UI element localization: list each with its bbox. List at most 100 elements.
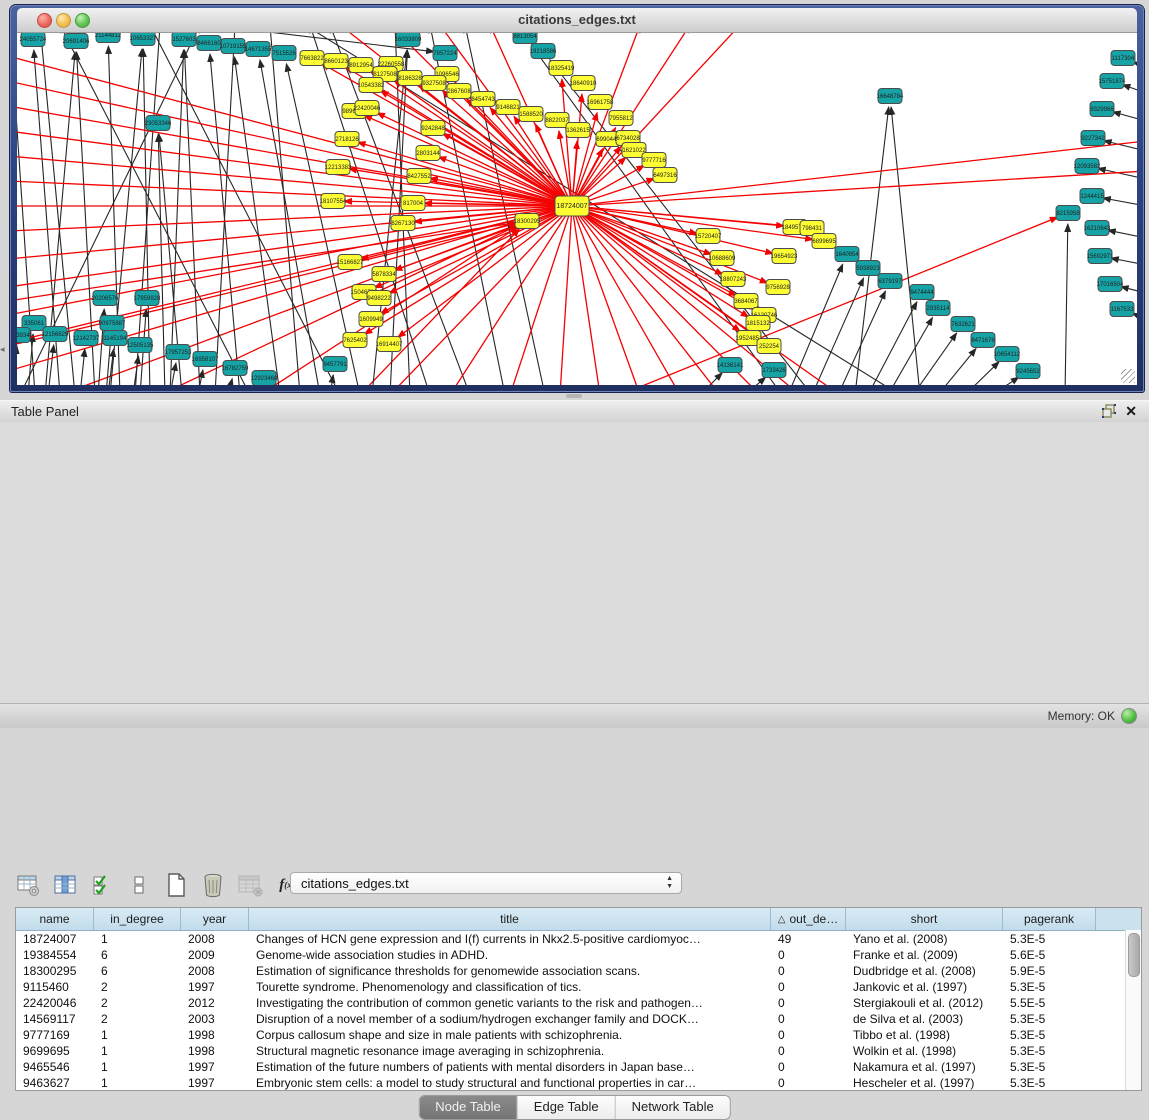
graph-node[interactable]: 6899695 — [812, 234, 836, 249]
graph-node[interactable]: 7663822 — [300, 51, 324, 66]
delete-columns-icon[interactable] — [200, 872, 226, 898]
graph-node[interactable]: 9242848 — [421, 121, 445, 136]
graph-node[interactable]: 10688609 — [709, 251, 736, 266]
column-header-title[interactable]: title — [249, 908, 771, 930]
graph-node[interactable]: 1145194 — [103, 331, 127, 346]
graph-node[interactable]: 20206576 — [92, 291, 119, 306]
show-columns-icon[interactable] — [52, 872, 78, 898]
graph-node[interactable]: 10543382 — [358, 78, 385, 93]
graph-node[interactable]: 8466160 — [197, 36, 221, 51]
column-header-pagerank[interactable]: pagerank — [1003, 908, 1096, 930]
graph-node[interactable]: 19654923 — [771, 249, 798, 264]
graph-node[interactable]: 90975887 — [99, 316, 126, 331]
graph-node[interactable]: 12093582 — [1074, 159, 1101, 174]
graph-edge[interactable] — [572, 206, 680, 385]
graph-edge[interactable] — [17, 131, 572, 206]
column-header-year[interactable]: year — [181, 908, 249, 930]
graph-node[interactable]: 1733426 — [762, 363, 786, 378]
graph-edge[interactable] — [377, 113, 572, 206]
graph-node[interactable]: 12213383 — [325, 160, 352, 175]
graph-node[interactable]: 8454743 — [471, 92, 495, 107]
graph-node[interactable]: 9227342 — [1081, 131, 1105, 146]
graph-node[interactable]: 6379197 — [878, 274, 902, 289]
graph-edge[interactable] — [184, 50, 200, 385]
graph-node[interactable]: 16961758 — [587, 95, 614, 110]
graph-node[interactable]: 18325419 — [548, 61, 575, 76]
graph-node[interactable]: 23053346 — [145, 116, 172, 131]
graph-node[interactable]: 16782759 — [222, 361, 249, 376]
graph-edge[interactable] — [450, 206, 572, 385]
graph-node[interactable]: 1640954 — [835, 247, 859, 262]
graph-node[interactable]: 15720407 — [695, 229, 722, 244]
graph-edge[interactable] — [158, 134, 165, 385]
table-row[interactable]: 911546021997Tourette syndrome. Phenomeno… — [16, 979, 1141, 995]
close-panel-icon[interactable]: ✕ — [1125, 403, 1137, 420]
graph-node[interactable]: 3684067 — [734, 294, 758, 309]
table-row[interactable]: 946554611997Estimation of the future num… — [16, 1059, 1141, 1075]
graph-node[interactable]: 1815132 — [746, 316, 770, 331]
splitter-handle[interactable] — [566, 394, 582, 398]
graph-node[interactable]: 6497316 — [653, 168, 677, 183]
graph-node[interactable]: 1244415 — [1080, 189, 1104, 204]
graph-node[interactable]: 5878334 — [372, 267, 396, 282]
graph-node[interactable]: 7955812 — [609, 111, 633, 126]
graph-node[interactable]: 18300295 — [514, 214, 541, 229]
graph-node[interactable]: 9498222 — [367, 291, 391, 306]
network-window[interactable]: citations_edges.txt 24055724206914062114… — [10, 5, 1144, 392]
graph-node[interactable]: 9146821 — [496, 100, 520, 115]
column-header-in_degree[interactable]: in_degree — [94, 908, 181, 930]
graph-node[interactable]: 7857224 — [433, 46, 457, 61]
graph-node[interactable]: 22420046 — [354, 101, 381, 116]
table-row[interactable]: 2242004622012Investigating the contribut… — [16, 995, 1141, 1011]
graph-node[interactable]: 9474444 — [910, 285, 934, 300]
graph-node[interactable]: 15166827 — [337, 255, 364, 270]
graph-node[interactable]: 9457791 — [323, 357, 347, 372]
graph-edge[interactable] — [888, 318, 933, 385]
graph-node[interactable]: 8267130 — [391, 216, 415, 231]
graph-node[interactable]: 12923468 — [251, 371, 278, 386]
graph-node[interactable]: 1527602 — [172, 33, 196, 47]
graph-node[interactable]: 1167533 — [1110, 302, 1134, 317]
graph-edge[interactable] — [270, 33, 300, 385]
graph-node[interactable]: 12142737 — [73, 331, 100, 346]
graph-edge[interactable] — [788, 264, 843, 385]
graph-node[interactable]: 18807243 — [720, 272, 747, 287]
graph-edge[interactable] — [812, 278, 864, 385]
graph-edge[interactable] — [1065, 224, 1068, 385]
graph-node[interactable]: 817004 — [401, 196, 425, 211]
graph-node[interactable]: 8427552 — [407, 169, 431, 184]
graph-node[interactable]: 8215958 — [1056, 206, 1080, 221]
tab-network-table[interactable]: Network Table — [616, 1096, 730, 1119]
graph-node[interactable]: 12505135 — [127, 338, 154, 353]
graph-edge[interactable] — [1122, 85, 1137, 93]
graph-edge[interactable] — [1103, 198, 1137, 206]
graph-edge[interactable] — [572, 206, 600, 385]
resize-grip-icon[interactable] — [1121, 369, 1135, 383]
graph-node[interactable]: 252254 — [757, 339, 781, 354]
graph-edge[interactable] — [260, 60, 320, 385]
graph-node[interactable]: 24055724 — [20, 33, 47, 47]
graph-node[interactable]: 8912954 — [349, 58, 373, 73]
graph-node[interactable]: 18107554 — [320, 194, 347, 209]
graph-node[interactable]: 9756928 — [766, 280, 790, 295]
graph-edge[interactable] — [992, 377, 1019, 385]
graph-node[interactable]: 16648784 — [877, 89, 904, 104]
graph-edge[interactable] — [572, 206, 712, 254]
graph-edge[interactable] — [572, 206, 801, 227]
graph-node[interactable]: 9245652 — [1016, 364, 1040, 379]
graph-node[interactable]: 8471676 — [971, 333, 995, 348]
graph-node[interactable]: 17959928 — [134, 291, 161, 306]
tab-edge-table[interactable]: Edge Table — [518, 1096, 616, 1119]
graph-edge[interactable] — [855, 107, 889, 385]
graph-node[interactable]: 18640910 — [570, 76, 597, 91]
graph-edge[interactable] — [938, 349, 976, 385]
graph-edge[interactable] — [150, 33, 340, 385]
vertical-scrollbar[interactable] — [1125, 930, 1141, 1090]
graph-node[interactable]: 14136141 — [717, 358, 744, 373]
graph-node[interactable]: 15692971 — [1087, 249, 1114, 264]
graph-node[interactable]: 8813054 — [513, 33, 537, 44]
graph-node[interactable]: 16958107 — [192, 352, 219, 367]
table-row[interactable]: 1456911722003Disruption of a novel membe… — [16, 1011, 1141, 1027]
graph-node[interactable]: 16033809 — [395, 33, 422, 47]
graph-node[interactable]: 16914407 — [376, 337, 403, 352]
